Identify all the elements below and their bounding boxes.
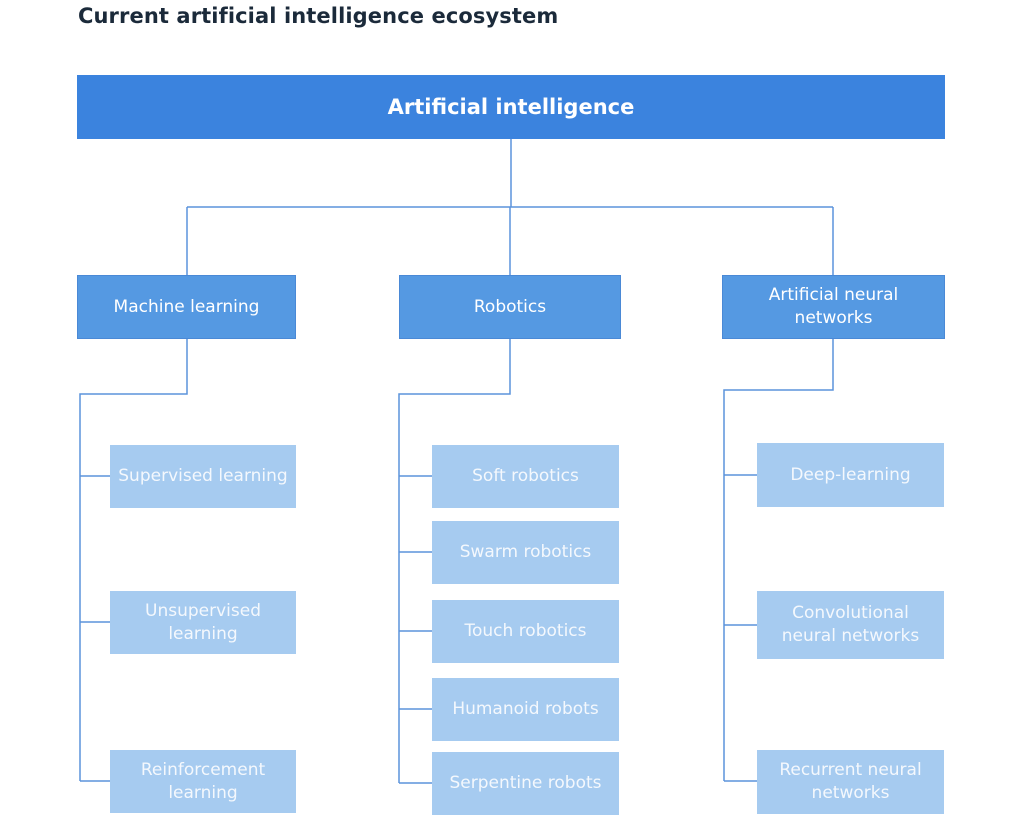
node-deep-learning: Deep-learning [757, 443, 944, 507]
node-artificial-intelligence: Artificial intelligence [77, 75, 945, 139]
connector-ml-stem [79, 339, 188, 781]
node-serpentine-robots: Serpentine robots [432, 752, 619, 815]
node-artificial-neural-networks: Artificial neural networks [722, 275, 945, 339]
node-label: Artificial intelligence [387, 94, 635, 119]
node-swarm-robotics: Swarm robotics [432, 521, 619, 584]
node-label: Artificial neural networks [768, 285, 899, 328]
node-label: Serpentine robots [449, 773, 602, 793]
node-label: Supervised learning [118, 466, 288, 486]
node-label: Deep-learning [790, 464, 911, 485]
node-label: Machine learning [113, 296, 260, 317]
node-humanoid-robots: Humanoid robots [432, 678, 619, 741]
node-label: Soft robotics [472, 466, 579, 486]
node-supervised-learning: Supervised learning [110, 445, 296, 508]
node-convolutional-neural-networks: Convolutional neural networks [757, 591, 944, 659]
node-label: Recurrent neural networks [779, 760, 922, 803]
node-label: Unsupervised learning [145, 600, 261, 644]
connector-ann-stem [723, 339, 834, 781]
node-label: Touch robotics [464, 621, 587, 641]
node-machine-learning: Machine learning [77, 275, 296, 339]
node-unsupervised-learning: Unsupervised learning [110, 591, 296, 654]
node-label: Robotics [473, 296, 547, 317]
node-recurrent-neural-networks: Recurrent neural networks [757, 750, 944, 814]
node-robotics: Robotics [399, 275, 621, 339]
node-touch-robotics: Touch robotics [432, 600, 619, 663]
node-label: Swarm robotics [459, 542, 592, 562]
node-label: Humanoid robots [452, 699, 599, 719]
node-label: Reinforcement learning [140, 759, 266, 803]
node-label: Convolutional neural networks [781, 603, 920, 646]
node-soft-robotics: Soft robotics [432, 445, 619, 508]
node-reinforcement-learning: Reinforcement learning [110, 750, 296, 813]
